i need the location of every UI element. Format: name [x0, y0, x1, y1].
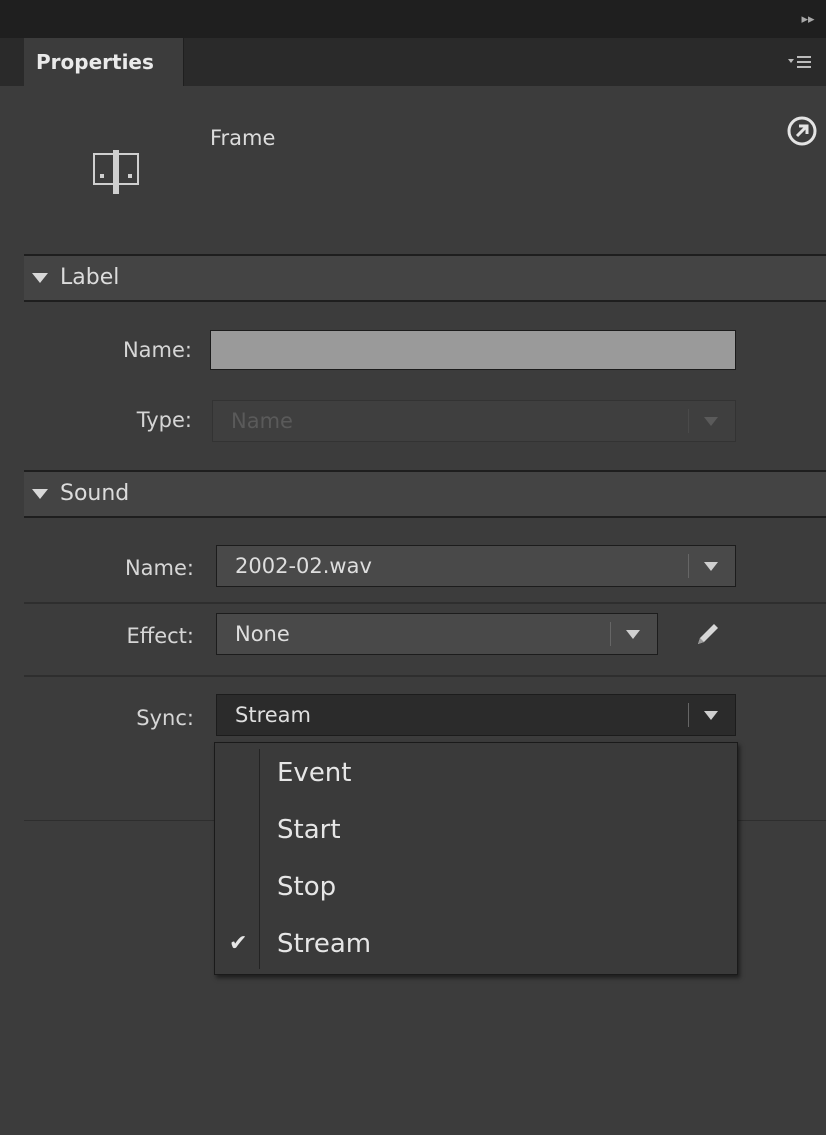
divider: [24, 602, 826, 604]
checkmark-icon: ✔: [229, 931, 248, 956]
label-type-value: Name: [231, 409, 293, 433]
section-label-title: Label: [60, 265, 120, 290]
panel-left-edge: [0, 86, 24, 1135]
help-arrow-icon[interactable]: [785, 114, 819, 148]
panel-menu-icon[interactable]: [786, 50, 814, 74]
chevron-down-icon: [704, 417, 718, 426]
label-name-input[interactable]: [210, 330, 736, 370]
sound-sync-select[interactable]: Stream: [216, 694, 736, 736]
sync-option-label: Start: [277, 815, 341, 845]
collapse-triangle-icon: [32, 489, 48, 499]
sync-option-start[interactable]: Start: [215, 802, 737, 858]
chevron-down-icon: [704, 711, 718, 720]
section-sound-title: Sound: [60, 481, 130, 506]
sync-dropdown-menu: Event Start Stop ✔ Stream: [214, 742, 738, 975]
pencil-icon[interactable]: [690, 618, 724, 652]
sound-name-select[interactable]: 2002-02.wav: [216, 545, 736, 587]
sound-name-value: 2002-02.wav: [235, 554, 372, 578]
sync-option-label: Stream: [277, 929, 372, 959]
frame-title: Frame: [210, 126, 276, 150]
label-type-label: Type:: [136, 408, 192, 432]
divider: [24, 675, 826, 677]
sound-effect-label: Effect:: [126, 624, 194, 648]
sync-option-stop[interactable]: Stop: [215, 859, 737, 915]
chevron-down-icon: [626, 630, 640, 639]
section-sound-header[interactable]: Sound: [24, 470, 826, 518]
sync-option-stream[interactable]: ✔ Stream: [215, 916, 737, 972]
sync-option-label: Stop: [277, 872, 337, 902]
sound-sync-label: Sync:: [136, 706, 194, 730]
sync-option-event[interactable]: Event: [215, 745, 737, 801]
label-name-label: Name:: [122, 338, 192, 362]
sound-effect-select[interactable]: None: [216, 613, 658, 655]
double-chevron-right-icon[interactable]: ▸▸: [798, 10, 818, 30]
chevron-down-icon: [704, 562, 718, 571]
panel-top-bar: ▸▸: [0, 0, 826, 39]
sound-effect-value: None: [235, 622, 290, 646]
sound-sync-value: Stream: [235, 703, 311, 727]
section-label-header[interactable]: Label: [24, 254, 826, 302]
sound-name-label: Name:: [124, 556, 194, 580]
sync-option-label: Event: [277, 758, 352, 788]
label-type-select: Name: [212, 400, 736, 442]
tab-properties[interactable]: Properties: [24, 38, 184, 86]
frame-icon: [93, 150, 139, 194]
frame-header: [24, 86, 826, 254]
collapse-triangle-icon: [32, 273, 48, 283]
